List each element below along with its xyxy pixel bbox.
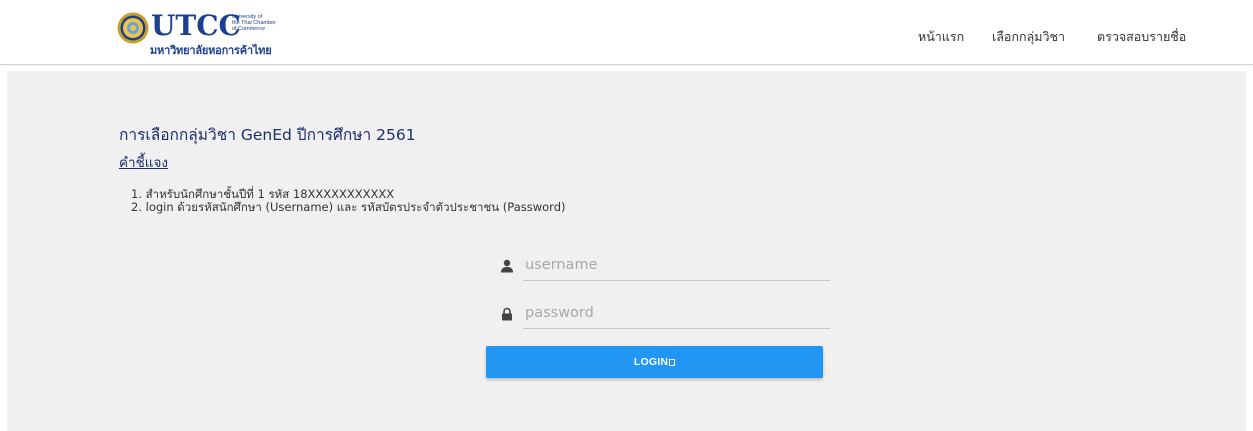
instruction-list: 1. สำหรับนักศึกษาชั้นปีที่ 1 รหัส 18XXXX…	[131, 188, 565, 214]
nav-check-names-link[interactable]: ตรวจสอบรายชื่อ	[1097, 28, 1186, 46]
nav-choose-group-link[interactable]: เลือกกลุ่มวิชา	[992, 28, 1065, 46]
nav-home-link[interactable]: หน้าแรก	[918, 28, 964, 46]
username-field	[500, 252, 830, 282]
password-field	[500, 300, 830, 330]
main-panel: การเลือกกลุ่มวิชา GenEd ปีการศึกษา 2561 …	[7, 71, 1246, 431]
password-input[interactable]	[523, 300, 830, 329]
user-icon	[501, 259, 513, 273]
explanation-link[interactable]: คำชี้แจง	[119, 153, 168, 173]
main-nav: หน้าแรก เลือกกลุ่มวิชา ตรวจสอบรายชื่อ	[0, 28, 1253, 48]
instruction-item: 2. login ด้วยรหัสนักศึกษา (Username) และ…	[131, 200, 566, 214]
top-navbar: UTCC University of the Thai Chamber of C…	[0, 0, 1253, 65]
lock-icon	[502, 307, 512, 321]
username-input[interactable]	[523, 252, 830, 281]
login-button[interactable]: LOGIN	[486, 346, 823, 378]
login-button-label: LOGIN	[633, 356, 669, 368]
unknown-glyph-box-icon	[669, 359, 676, 366]
page-title: การเลือกกลุ่มวิชา GenEd ปีการศึกษา 2561	[119, 126, 416, 144]
